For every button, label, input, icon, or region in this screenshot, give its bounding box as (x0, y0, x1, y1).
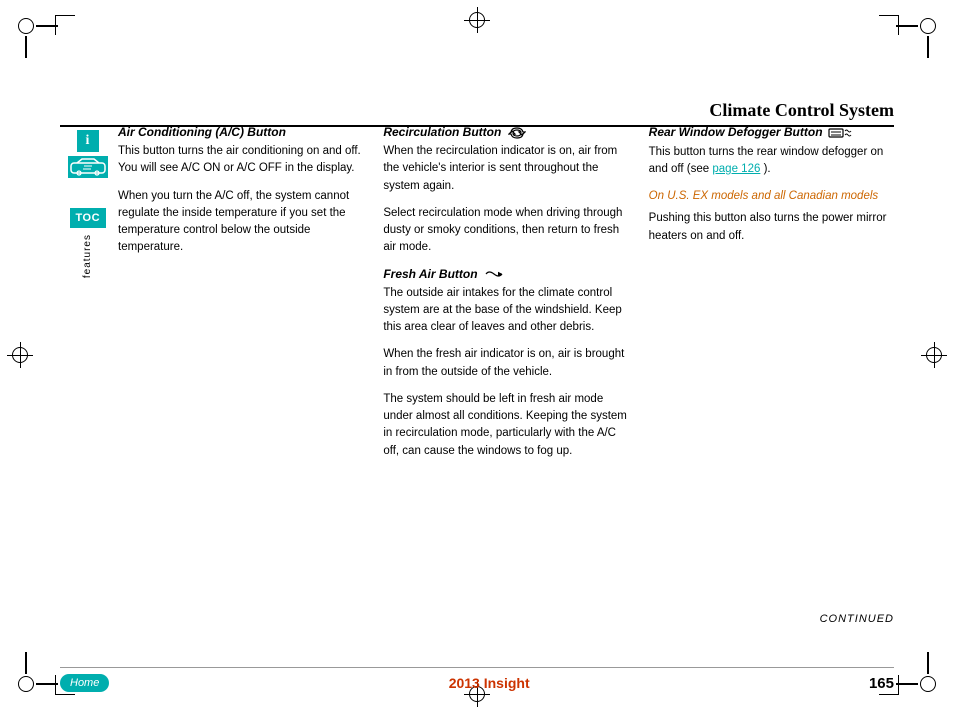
ac-icon (68, 156, 108, 178)
col-1: Air Conditioning (A/C) Button This butto… (118, 115, 363, 625)
page-footer: Home 2013 Insight 165 (60, 667, 894, 692)
trim-mark-tr (879, 15, 899, 35)
recirc-icon (508, 125, 526, 139)
info-icon: i (77, 130, 99, 152)
col2-sec2-p2: When the fresh air indicator is on, air … (383, 346, 628, 381)
corner-tl (18, 18, 34, 34)
sidebar: i TOC Features (60, 120, 115, 625)
col2-sec2-p3: The system should be left in fresh air m… (383, 391, 628, 460)
home-button[interactable]: Home (60, 674, 109, 692)
col1-para1: This button turns the air conditioning o… (118, 143, 363, 178)
col-2: Recirculation Button When the recirculat… (383, 115, 628, 625)
defogger-icon (828, 125, 854, 139)
col1-para2: When you turn the A/C off, the system ca… (118, 188, 363, 257)
col-3: Rear Window Defogger Button This button … (649, 115, 894, 625)
features-label: Features (82, 234, 93, 278)
toc-button[interactable]: TOC (70, 208, 106, 228)
col2-sec2-title: Fresh Air Button (383, 267, 628, 281)
page-link[interactable]: page 126 (712, 163, 760, 175)
columns: Air Conditioning (A/C) Button This butto… (118, 115, 894, 625)
fresh-air-icon (484, 267, 504, 281)
col2-sec1-p2: Select recirculation mode when driving t… (383, 205, 628, 257)
corner-bl (18, 676, 34, 692)
col1-title: Air Conditioning (A/C) Button (118, 125, 363, 139)
page-number: 165 (869, 675, 894, 692)
col3-title: Rear Window Defogger Button (649, 125, 894, 140)
reg-mark-left (12, 347, 28, 363)
col2-sec1-title: Recirculation Button (383, 125, 628, 139)
orange-label: On U.S. EX models and all Canadian model… (649, 188, 894, 204)
col2-sec1-p1: When the recirculation indicator is on, … (383, 143, 628, 195)
reg-mark-top (469, 12, 485, 28)
col3-para2: Pushing this button also turns the power… (649, 210, 894, 245)
content-area: Air Conditioning (A/C) Button This butto… (118, 115, 894, 625)
corner-br (920, 676, 936, 692)
col3-para1: This button turns the rear window defogg… (649, 144, 894, 179)
footer-title: 2013 Insight (449, 675, 530, 691)
continued-label: CONTINUED (820, 613, 894, 625)
corner-tr (920, 18, 936, 34)
col2-sec2-p1: The outside air intakes for the climate … (383, 285, 628, 337)
reg-mark-right (926, 347, 942, 363)
trim-mark-tl (55, 15, 75, 35)
